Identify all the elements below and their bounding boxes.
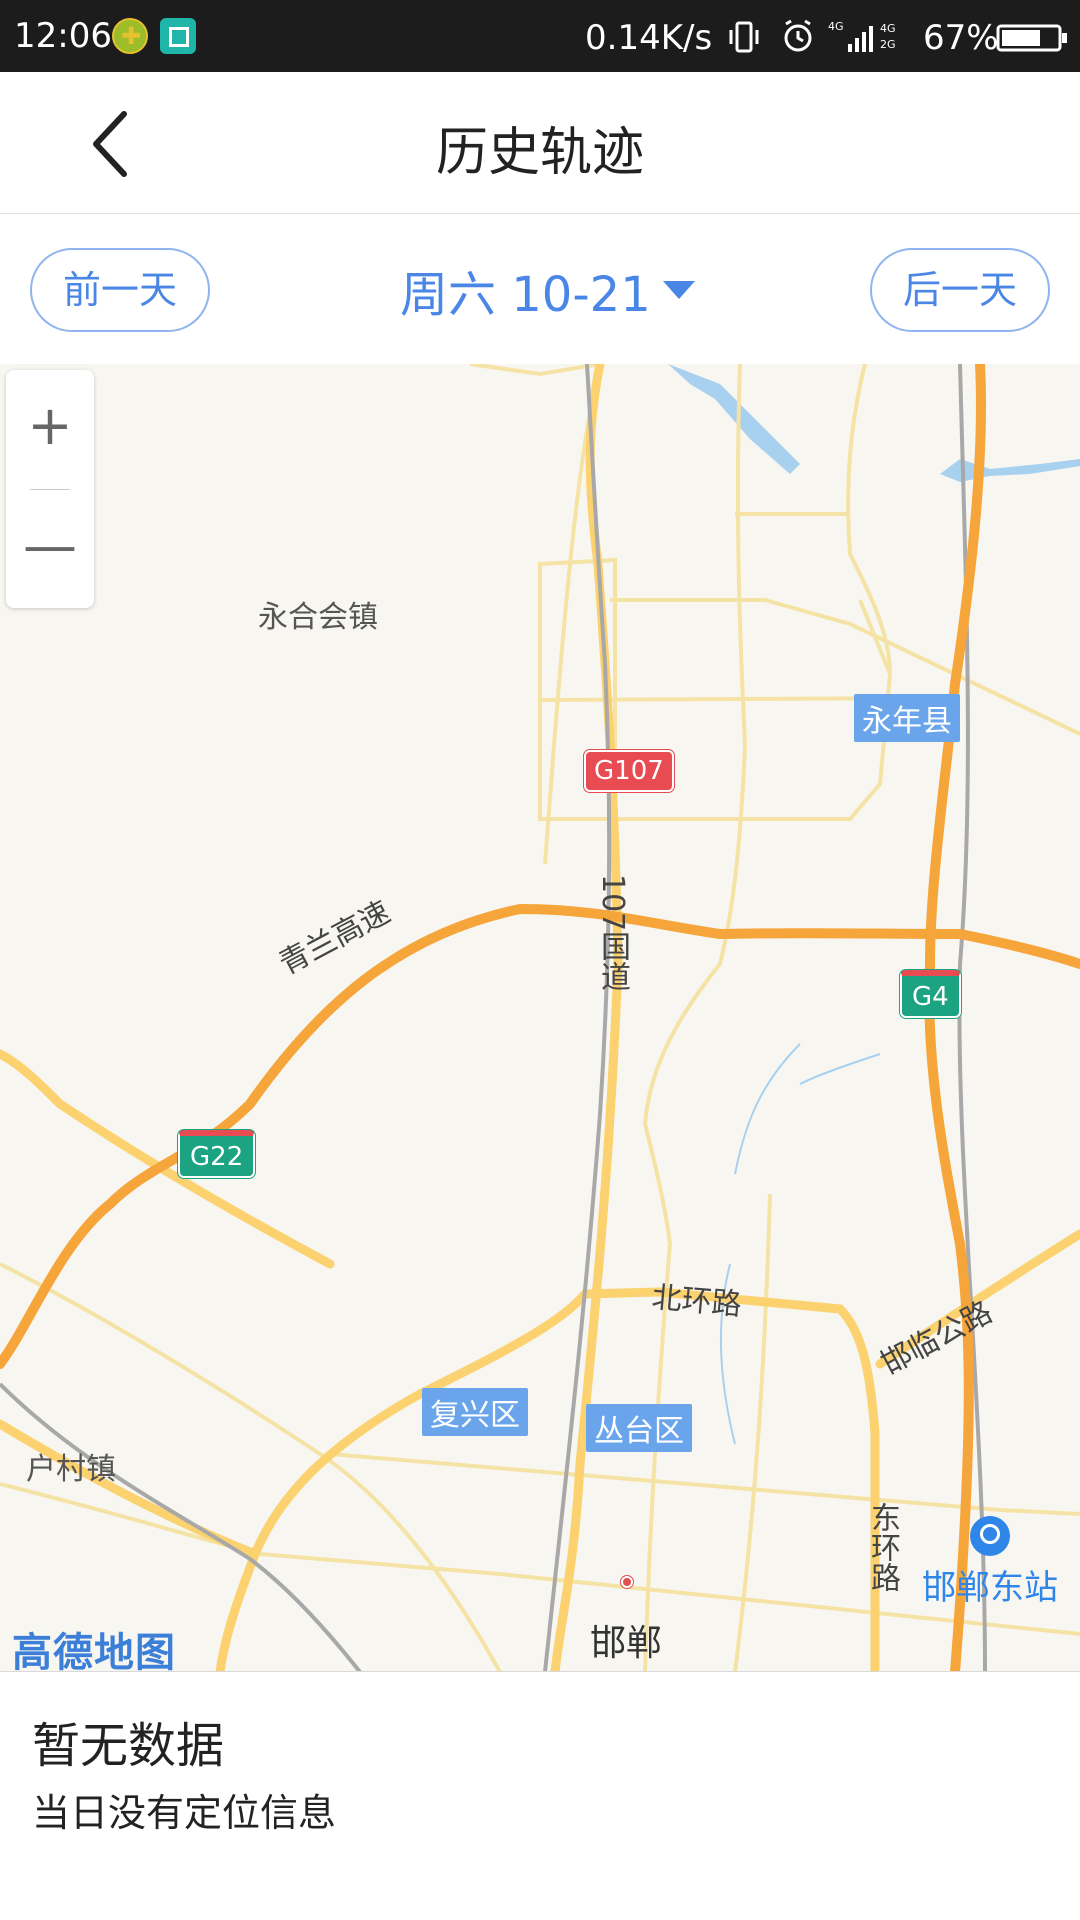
place-label-handan: 邯郸: [590, 1623, 663, 1664]
station-label: 邯郸东站: [922, 1568, 1058, 1608]
alarm-icon: [784, 19, 812, 52]
empty-state-subtitle: 当日没有定位信息: [32, 1791, 337, 1835]
signal-icon: 4G 4G 2G: [828, 20, 896, 52]
road-label-donghuan: 东环路: [865, 1502, 900, 1592]
map-base: [0, 364, 1080, 1671]
route-shield-g22: G22: [178, 1130, 256, 1178]
svg-text:4G: 4G: [880, 22, 896, 35]
status-bar: 12:06 0.14K/s 4G 4G 2G 67%: [0, 0, 1080, 72]
battery-percent: 67%: [923, 18, 999, 58]
road-label-107: 107国道: [595, 874, 630, 992]
next-day-button[interactable]: 后一天: [870, 248, 1050, 332]
map-view[interactable]: + — 永合会镇 永年县 G107 107国道 青兰高速 G4 G22 北环路 …: [0, 364, 1080, 1672]
caret-down-icon: [662, 281, 695, 299]
date-selector[interactable]: 周六 10-21: [400, 258, 695, 323]
railway-station-icon[interactable]: [970, 1516, 1010, 1556]
previous-day-button[interactable]: 前一天: [30, 248, 210, 332]
date-label: 周六 10-21: [400, 267, 651, 323]
vibrate-icon: [729, 21, 759, 53]
svg-text:2G: 2G: [880, 38, 896, 51]
app-header: 历史轨迹: [0, 72, 1080, 214]
city-marker: [621, 1576, 633, 1588]
zoom-out-button[interactable]: —: [6, 490, 94, 608]
place-label-hucun: 户村镇: [26, 1452, 116, 1487]
scan-icon: [160, 18, 196, 54]
status-time: 12:06: [14, 16, 112, 56]
route-shield-g107: G107: [584, 750, 674, 792]
date-navigation: 前一天 周六 10-21 后一天: [0, 214, 1080, 364]
network-speed: 0.14K/s: [585, 18, 713, 58]
district-label-congtai: 丛台区: [586, 1404, 692, 1452]
road-label-beihuan: 北环路: [650, 1280, 744, 1323]
empty-state-panel: 暂无数据 当日没有定位信息: [0, 1672, 1080, 1920]
battery-icon: [996, 24, 1067, 52]
zoom-control: + —: [6, 370, 94, 608]
app-badge-icon: [112, 18, 148, 54]
svg-text:4G: 4G: [828, 20, 844, 33]
map-provider-logo: 高德地图: [12, 1630, 176, 1672]
empty-state-title: 暂无数据: [32, 1718, 225, 1774]
route-shield-g4: G4: [900, 970, 961, 1018]
district-label-fuxing: 复兴区: [422, 1388, 528, 1436]
zoom-in-button[interactable]: +: [6, 370, 94, 488]
district-label-yongnian: 永年县: [854, 694, 960, 742]
place-label-yonghe: 永合会镇: [258, 600, 378, 635]
page-title: 历史轨迹: [435, 123, 644, 183]
